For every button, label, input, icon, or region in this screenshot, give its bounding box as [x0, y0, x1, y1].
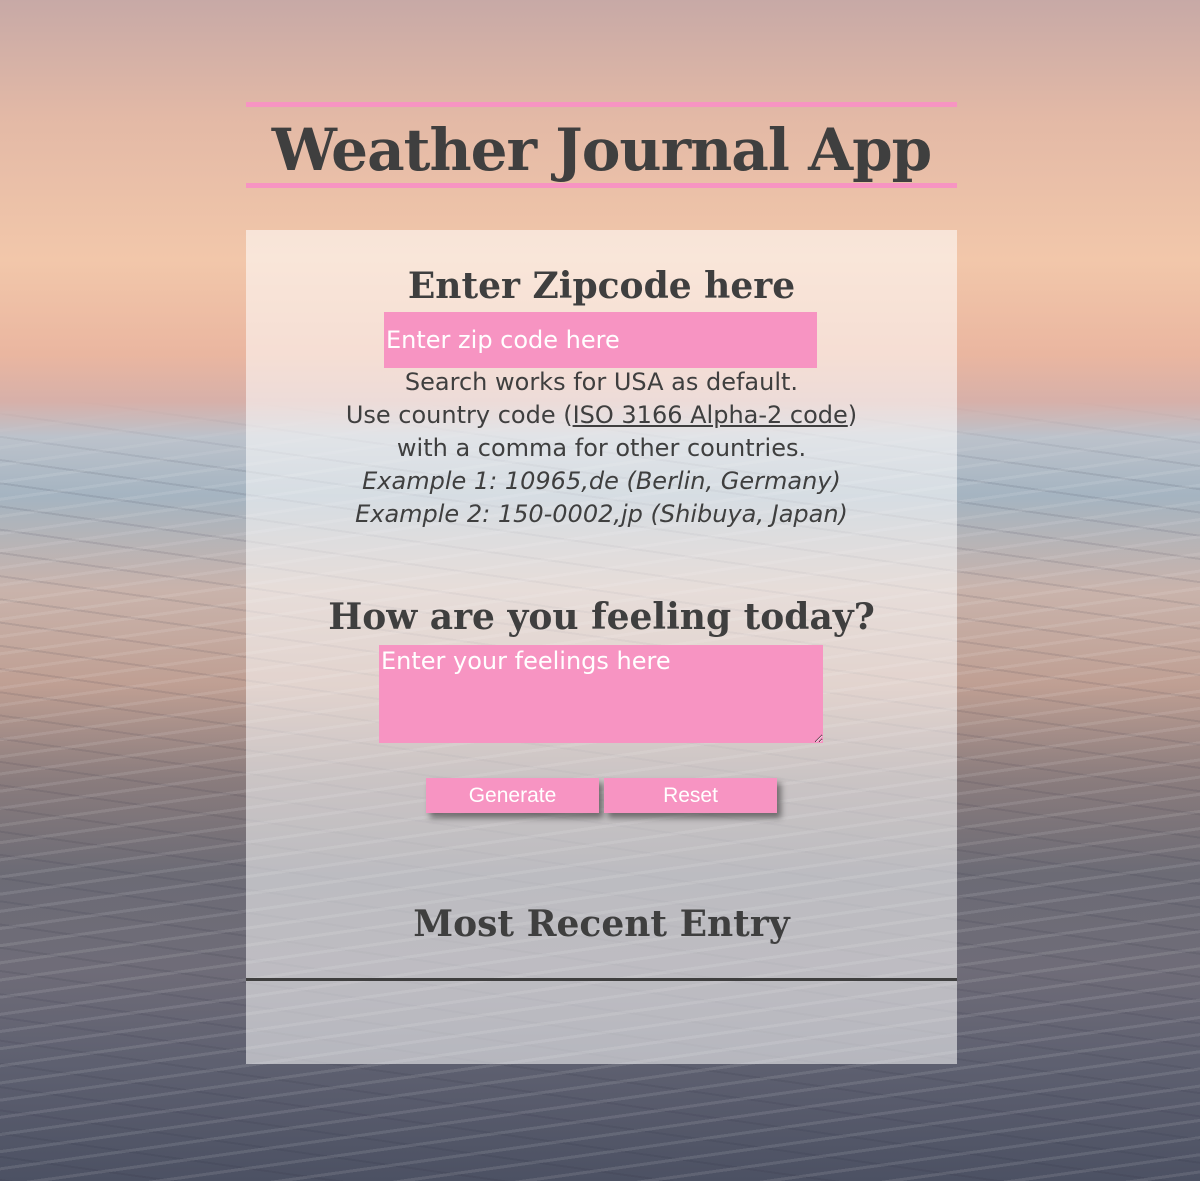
app-container: Weather Journal App Enter Zipcode here S… — [246, 102, 957, 1064]
feelings-heading: How are you feeling today? — [328, 596, 875, 638]
help-line-country-code-suffix: ) — [847, 401, 858, 429]
page-title: Weather Journal App — [271, 116, 932, 184]
help-line-country-code: Use country code (ISO 3166 Alpha-2 code) — [246, 399, 957, 432]
zipcode-heading: Enter Zipcode here — [407, 265, 796, 307]
zipcode-input[interactable] — [384, 312, 817, 368]
help-line-default: Search works for USA as default. — [404, 368, 799, 396]
help-line-country-code-prefix: Use country code ( — [345, 401, 573, 429]
zipcode-help: Search works for USA as default. Use cou… — [246, 366, 957, 531]
iso-code-link[interactable]: ISO 3166 Alpha-2 code — [573, 401, 848, 429]
recent-entry-heading: Most Recent Entry — [413, 903, 790, 945]
title-bar: Weather Journal App — [246, 102, 957, 188]
help-example-1: Example 1: 10965,de (Berlin, Germany) — [362, 467, 841, 495]
reset-button[interactable]: Reset — [604, 778, 777, 813]
feelings-textarea[interactable] — [379, 645, 823, 743]
divider — [246, 978, 957, 981]
help-example-2: Example 2: 150-0002,jp (Shibuya, Japan) — [355, 500, 848, 528]
help-line-comma: with a comma for other countries. — [396, 434, 807, 462]
generate-button[interactable]: Generate — [426, 778, 599, 813]
journal-card: Enter Zipcode here Search works for USA … — [246, 230, 957, 1064]
entry-holder — [246, 982, 957, 1062]
